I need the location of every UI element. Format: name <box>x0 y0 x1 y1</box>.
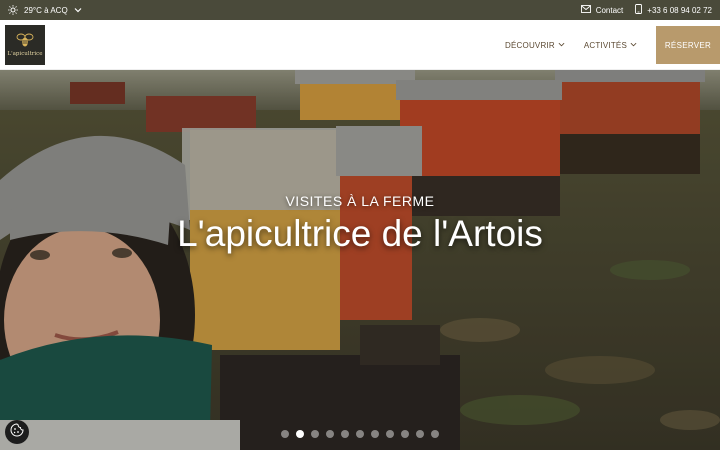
slider-dot[interactable] <box>371 430 379 438</box>
chevron-down-icon <box>630 41 637 50</box>
hero-subtitle: VISITES À LA FERME <box>285 193 435 209</box>
contact-label: Contact <box>595 5 624 15</box>
slider-dot[interactable] <box>401 430 409 438</box>
main-nav: DÉCOUVRIR ACTIVITÉS RÉSERVER <box>505 20 720 70</box>
slider-dot[interactable] <box>326 430 334 438</box>
site-header: L'apicultrice DÉCOUVRIR ACTIVITÉS RÉSERV… <box>0 20 720 70</box>
top-info-bar: 29°C à ACQ Contact +33 6 08 94 02 72 <box>0 0 720 20</box>
cookie-settings-button[interactable] <box>5 420 29 444</box>
logo-text: L'apicultrice <box>7 51 43 57</box>
slider-dot[interactable] <box>281 430 289 438</box>
nav-item-label: DÉCOUVRIR <box>505 40 555 50</box>
slider-dot[interactable] <box>416 430 424 438</box>
chevron-down-icon <box>558 41 565 50</box>
phone-number: +33 6 08 94 02 72 <box>647 5 712 15</box>
slider-dot[interactable] <box>296 430 304 438</box>
phone-icon <box>635 4 643 16</box>
hero-background-photo <box>0 70 720 450</box>
contact-link[interactable]: Contact <box>580 5 624 15</box>
slider-pagination <box>281 430 439 438</box>
nav-item-activites[interactable]: ACTIVITÉS <box>584 41 637 50</box>
weather-text: 29°C à ACQ <box>24 5 68 15</box>
weather-widget[interactable]: 29°C à ACQ <box>8 5 82 15</box>
slider-dot[interactable] <box>356 430 364 438</box>
phone-link[interactable]: +33 6 08 94 02 72 <box>635 4 712 16</box>
hero-slider: VISITES À LA FERME L'apicultrice de l'Ar… <box>0 70 720 450</box>
hero-title: L'apicultrice de l'Artois <box>177 213 543 254</box>
sun-icon <box>8 5 18 15</box>
nav-item-label: ACTIVITÉS <box>583 40 627 50</box>
site-logo[interactable]: L'apicultrice <box>5 25 45 65</box>
mail-icon <box>580 5 591 15</box>
slider-dot[interactable] <box>386 430 394 438</box>
chevron-down-icon <box>74 6 82 14</box>
bee-icon <box>16 33 34 50</box>
slider-dot[interactable] <box>341 430 349 438</box>
slider-dot[interactable] <box>311 430 319 438</box>
cookie-icon <box>10 422 24 442</box>
nav-item-decouvrir[interactable]: DÉCOUVRIR <box>505 41 565 50</box>
slider-dot[interactable] <box>431 430 439 438</box>
reserve-button[interactable]: RÉSERVER <box>656 26 720 64</box>
